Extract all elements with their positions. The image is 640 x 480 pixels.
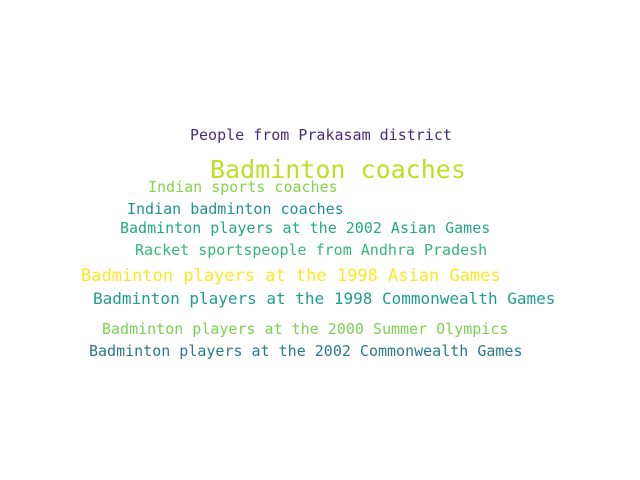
word-badminton-2002-commonwealth-games: Badminton players at the 2002 Commonweal… [89, 342, 523, 360]
word-badminton-1998-commonwealth-games: Badminton players at the 1998 Commonweal… [93, 289, 556, 308]
word-badminton-2000-summer-olympics: Badminton players at the 2000 Summer Oly… [102, 320, 509, 338]
word-indian-badminton-coaches: Indian badminton coaches [127, 200, 344, 218]
word-racket-sportspeople-andhra-pradesh: Racket sportspeople from Andhra Pradesh [135, 241, 488, 259]
word-people-from-prakasam-district: People from Prakasam district [190, 126, 452, 144]
word-badminton-1998-asian-games: Badminton players at the 1998 Asian Game… [81, 266, 501, 286]
word-indian-sports-coaches: Indian sports coaches [148, 178, 338, 196]
word-cloud: People from Prakasam district Badminton … [0, 0, 640, 480]
word-badminton-2002-asian-games: Badminton players at the 2002 Asian Game… [120, 219, 491, 237]
